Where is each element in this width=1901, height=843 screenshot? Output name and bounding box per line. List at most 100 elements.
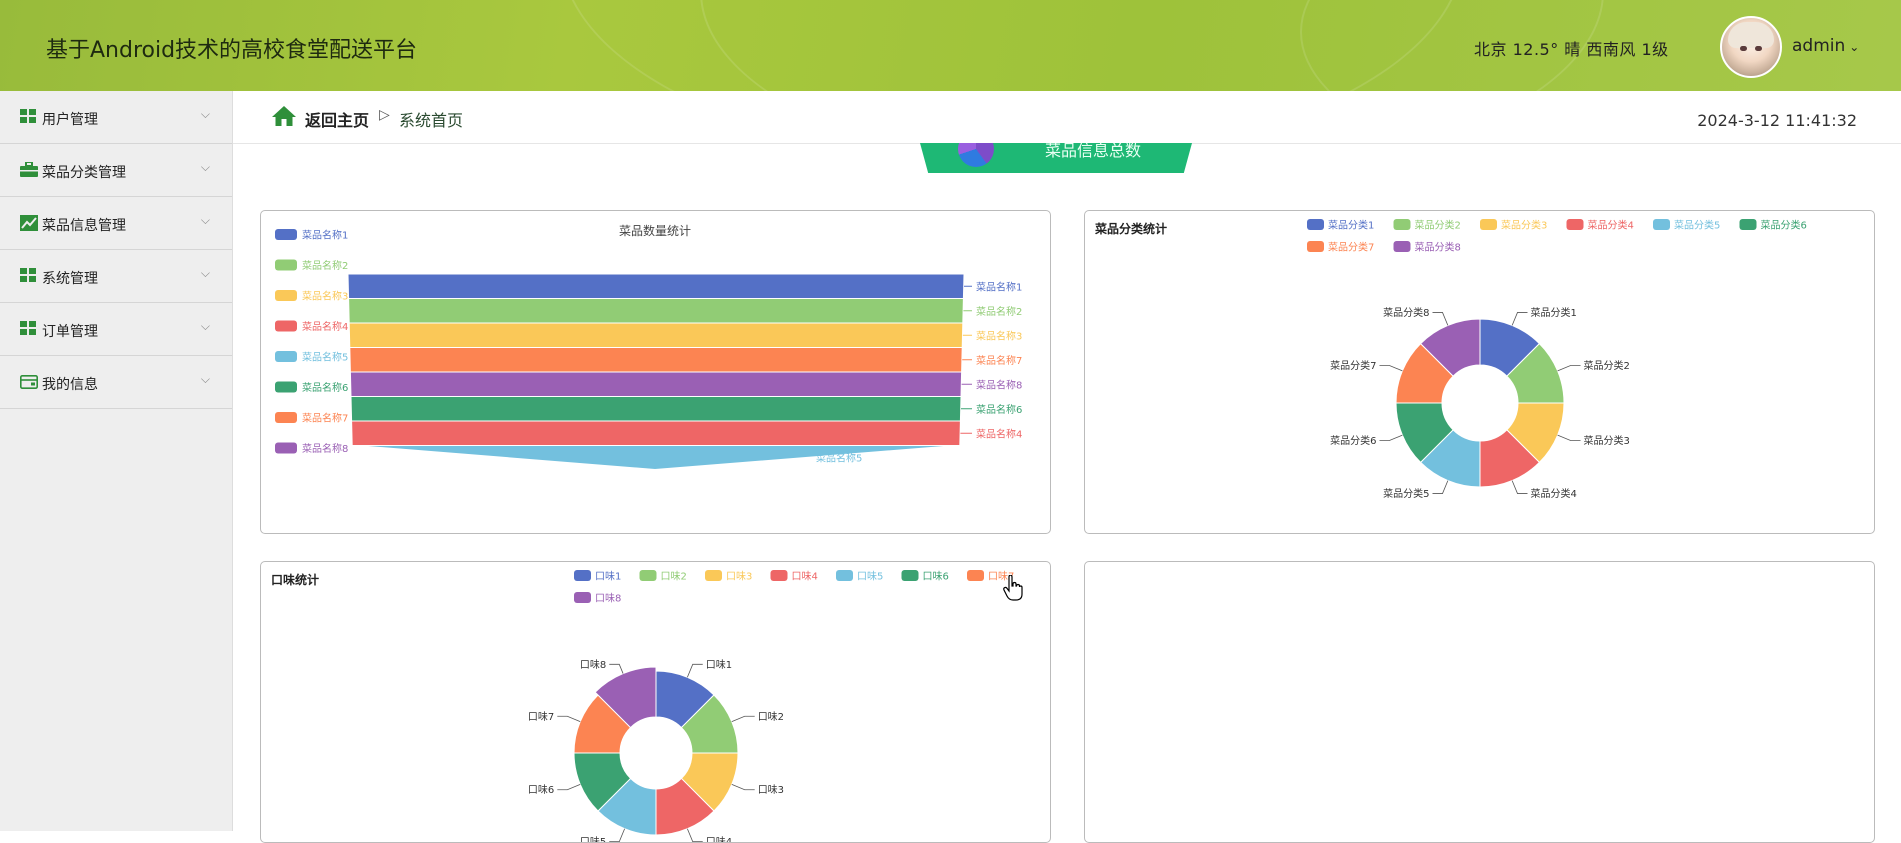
hand-cursor-icon <box>1003 575 1023 601</box>
pie-label-line <box>1511 480 1528 494</box>
legend-label: 口味4 <box>792 571 818 583</box>
dish-total-banner: 菜品信息总数 <box>920 143 1192 173</box>
sidebar-item-label: 菜品分类管理 <box>42 165 126 181</box>
funnel-segment <box>351 420 961 446</box>
legend-swatch <box>1307 219 1324 230</box>
funnel-data-label: 菜品名称3 <box>976 329 1022 342</box>
legend-label: 口味1 <box>595 571 621 583</box>
legend-label: 菜品分类4 <box>1588 219 1634 232</box>
chart-title: 菜品数量统计 <box>619 223 691 238</box>
pie-label-line <box>557 784 581 791</box>
breadcrumb-current: 系统首页 <box>399 111 464 130</box>
legend-label: 菜品名称8 <box>302 442 348 455</box>
pie-data-label: 口味4 <box>706 836 732 842</box>
sidebar-item-user-management[interactable]: 用户管理 ⌵ <box>0 91 232 144</box>
funnel-data-label: 菜品名称8 <box>976 378 1022 391</box>
pie-label-line <box>1379 365 1403 372</box>
breadcrumb-home-link[interactable]: 返回主页 <box>305 107 369 131</box>
avatar-eye <box>1740 46 1747 51</box>
user-menu[interactable]: admin ⌄ <box>1792 36 1859 56</box>
legend-label: 口味5 <box>857 571 883 583</box>
chevron-down-icon: ⌵ <box>200 372 210 386</box>
pie-label-line <box>609 663 624 674</box>
taste-pie-chart: 口味统计口味1口味2口味3口味4口味5口味6口味7口味8口味1口味2口味3口味4… <box>271 570 1014 842</box>
wallet-icon <box>20 374 38 389</box>
username-label: admin <box>1792 36 1846 56</box>
avatar-eye <box>1755 46 1762 51</box>
legend-swatch <box>574 570 591 581</box>
pie-data-label: 口味7 <box>528 711 554 723</box>
pie-data-label: 口味2 <box>758 711 784 723</box>
funnel-segment <box>348 298 964 324</box>
legend-label: 菜品分类8 <box>1415 241 1461 254</box>
sidebar-item-dish-management[interactable]: 菜品信息管理 ⌵ <box>0 197 232 250</box>
sidebar-item-label: 系统管理 <box>42 271 98 287</box>
chevron-down-icon: ⌵ <box>200 319 210 333</box>
sidebar-item-system-management[interactable]: 系统管理 ⌵ <box>0 250 232 303</box>
legend-label: 菜品名称1 <box>302 229 348 242</box>
pie-data-label: 口味8 <box>580 659 606 671</box>
legend-label: 口味8 <box>595 593 621 605</box>
chart-title: 菜品分类统计 <box>1094 221 1167 236</box>
chevron-down-icon: ⌵ <box>200 266 210 280</box>
pie-data-label: 口味5 <box>580 836 606 842</box>
legend-swatch <box>967 570 984 581</box>
legend-label: 菜品分类2 <box>1415 219 1461 232</box>
funnel-segment <box>355 445 957 471</box>
legend-swatch <box>1307 241 1324 252</box>
legend-swatch <box>1653 219 1670 230</box>
pie-data-label: 口味6 <box>528 784 554 796</box>
pie-data-label: 口味3 <box>758 784 784 796</box>
pie-label-line <box>731 784 755 791</box>
sidebar-item-category-management[interactable]: 菜品分类管理 ⌵ <box>0 144 232 197</box>
pie-label-line <box>1557 365 1581 372</box>
legend-label: 口味3 <box>726 571 752 583</box>
pie-data-label: 菜品分类5 <box>1383 487 1429 500</box>
legend-label: 菜品分类7 <box>1328 241 1374 254</box>
sidebar-item-order-management[interactable]: 订单管理 ⌵ <box>0 303 232 356</box>
legend-swatch <box>770 570 788 581</box>
weather-info: 北京 12.5° 晴 西南风 1级 <box>1474 40 1669 59</box>
legend-swatch <box>574 592 591 603</box>
grid-icon <box>20 268 36 282</box>
funnel-segment <box>348 322 964 348</box>
pie-data-label: 菜品分类2 <box>1584 359 1630 372</box>
funnel-segment <box>347 273 965 299</box>
pie-data-label: 菜品分类7 <box>1330 359 1376 372</box>
current-datetime: 2024-3-12 11:41:32 <box>1697 111 1857 130</box>
legend-label: 菜品名称6 <box>302 381 348 394</box>
legend-swatch <box>1739 219 1757 230</box>
legend-swatch <box>1393 219 1411 230</box>
legend-swatch <box>275 320 297 332</box>
pie-label-line <box>1379 434 1403 441</box>
legend-label: 菜品名称3 <box>302 290 348 303</box>
pie-data-label: 菜品分类6 <box>1330 434 1376 447</box>
legend-swatch <box>275 442 297 454</box>
legend-swatch <box>901 570 919 581</box>
sidebar-item-my-info[interactable]: 我的信息 ⌵ <box>0 356 232 409</box>
chevron-down-icon: ⌄ <box>1849 40 1860 54</box>
sidebar-item-label: 我的信息 <box>42 377 98 393</box>
grid-icon <box>20 109 36 123</box>
pie-data-label: 口味1 <box>706 659 732 671</box>
funnel-data-label: 菜品名称2 <box>976 305 1022 318</box>
legend-swatch <box>836 570 853 581</box>
user-avatar[interactable] <box>1720 16 1782 78</box>
grid-icon <box>20 321 36 335</box>
pie-data-label: 菜品分类4 <box>1531 487 1577 500</box>
legend-swatch <box>275 229 297 240</box>
legend-swatch <box>639 570 657 581</box>
empty-chart-card <box>1084 561 1875 843</box>
chevron-down-icon: ⌵ <box>200 107 210 121</box>
sidebar-item-label: 订单管理 <box>42 324 98 340</box>
home-icon[interactable] <box>271 105 297 127</box>
funnel-data-label: 菜品名称4 <box>976 427 1022 440</box>
funnel-data-label: 菜品名称6 <box>976 403 1022 416</box>
dish-count-chart-card: 菜品数量统计 菜品名称1 菜品名称2 菜品名称3 菜品名称4 菜品名称5 菜品名称6 菜品名称… <box>260 210 1051 534</box>
chart-title: 口味统计 <box>271 572 319 587</box>
sidebar-item-label: 菜品信息管理 <box>42 218 126 234</box>
pie-label-line <box>557 715 581 722</box>
legend-label: 菜品名称2 <box>302 259 348 272</box>
avatar-hair <box>1728 22 1774 48</box>
legend-swatch <box>275 351 297 362</box>
